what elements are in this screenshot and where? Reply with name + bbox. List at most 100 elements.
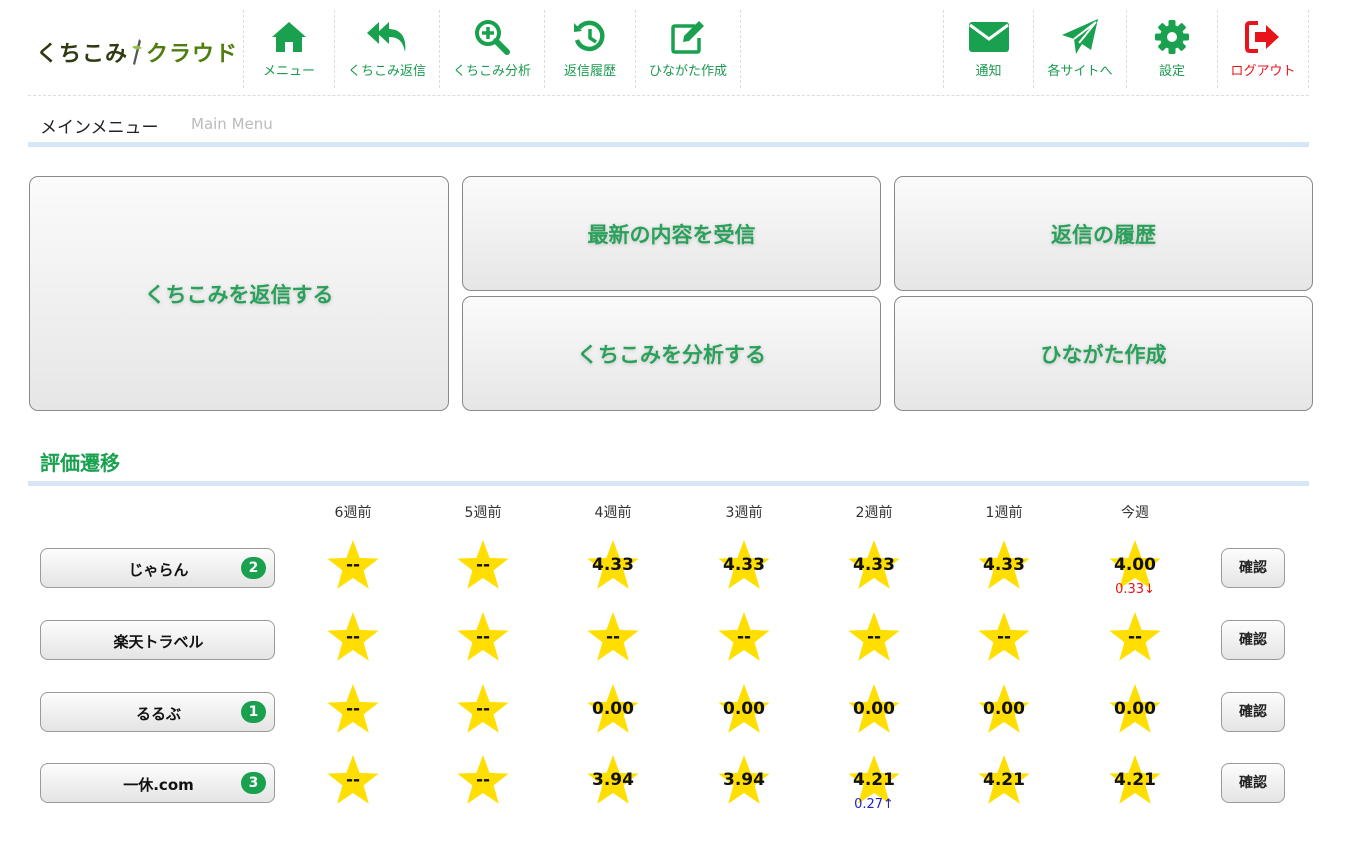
rating-value: 4.21: [983, 770, 1025, 790]
rating-value: 4.21: [1114, 770, 1156, 790]
rating-value: --: [475, 699, 491, 719]
confirm-button[interactable]: 確認: [1221, 692, 1285, 732]
unread-badge: 1: [241, 701, 266, 723]
rating-value: 4.33: [983, 555, 1025, 575]
confirm-button[interactable]: 確認: [1221, 548, 1285, 588]
rating-value: 0.00: [853, 699, 895, 719]
rating-star: 3.94: [585, 755, 641, 805]
rating-star: 0.00: [1107, 684, 1163, 734]
week-header: 5週前: [464, 505, 502, 521]
nav-sites-label: 各サイトへ: [1047, 64, 1113, 79]
mail-icon: [968, 16, 1010, 58]
create-template-button[interactable]: ひながた作成: [894, 296, 1313, 411]
week-header: 4週前: [594, 505, 632, 521]
rating-star: 4.21: [976, 755, 1032, 805]
rating-value: 3.94: [592, 770, 634, 790]
rating-star: --: [1107, 612, 1163, 662]
nav-logout[interactable]: ログアウト: [1217, 10, 1309, 88]
site-button[interactable]: 楽天トラベル: [40, 620, 275, 660]
rating-value: --: [345, 699, 361, 719]
rating-value: --: [1127, 627, 1143, 647]
week-header: 3週前: [725, 505, 763, 521]
reply-reviews-button[interactable]: くちこみを返信する: [29, 176, 449, 411]
unread-badge: 3: [241, 772, 266, 794]
nav-history[interactable]: 返信履歴: [544, 10, 635, 88]
rating-star: --: [716, 612, 772, 662]
site-button[interactable]: じゃらん 2: [40, 548, 275, 588]
nav-left: メニュー くちこみ返信 くちこみ分析 返信履歴 ひながた作成: [243, 10, 741, 88]
rating-value: --: [345, 770, 361, 790]
nav-settings[interactable]: 設定: [1126, 10, 1217, 88]
rating-value: --: [475, 627, 491, 647]
site-button[interactable]: るるぶ 1: [40, 692, 275, 732]
rating-star: 4.33: [716, 540, 772, 590]
analyze-reviews-button[interactable]: くちこみを分析する: [462, 296, 881, 411]
logo-text-part2: クラウド: [146, 42, 239, 67]
rating-star: 4.33: [846, 540, 902, 590]
nav-analyze[interactable]: くちこみ分析: [439, 10, 544, 88]
rating-value: --: [736, 627, 752, 647]
rating-value: --: [345, 555, 361, 575]
rating-value: 0.00: [983, 699, 1025, 719]
rating-value: --: [996, 627, 1012, 647]
week-header: 1週前: [985, 505, 1023, 521]
main-menu-subtitle: Main Menu: [191, 115, 273, 133]
history-icon: [571, 16, 609, 58]
logo[interactable]: くちこみ クラウド: [36, 32, 238, 72]
confirm-button[interactable]: 確認: [1221, 620, 1285, 660]
rating-value: 4.00: [1114, 555, 1156, 575]
rating-header: 評価遷移: [28, 440, 1309, 486]
site-button[interactable]: 一休.com 3: [40, 763, 275, 803]
rating-delta: 0.33↓: [1115, 582, 1155, 597]
nav-history-label: 返信履歴: [563, 64, 616, 79]
send-icon: [1060, 16, 1100, 58]
rating-value: 0.00: [592, 699, 634, 719]
rating-star: 4.33: [976, 540, 1032, 590]
unread-badge: 2: [241, 557, 266, 579]
gear-icon: [1153, 16, 1191, 58]
main-menu-title: メインメニュー: [40, 118, 159, 138]
site-name: 楽天トラベル: [113, 633, 204, 651]
rating-star: --: [455, 540, 511, 590]
rating-star: 0.00: [976, 684, 1032, 734]
rating-star: --: [585, 612, 641, 662]
rating-value: 3.94: [723, 770, 765, 790]
rating-star: --: [846, 612, 902, 662]
rating-value: 4.33: [723, 555, 765, 575]
nav-logout-label: ログアウト: [1230, 64, 1296, 79]
rating-star: 0.00: [846, 684, 902, 734]
rating-star: --: [325, 612, 381, 662]
rating-value: 0.00: [723, 699, 765, 719]
nav-sites[interactable]: 各サイトへ: [1033, 10, 1126, 88]
main-menu-header: メインメニュー Main Menu: [28, 104, 1309, 147]
nav-menu-label: メニュー: [262, 64, 315, 79]
rating-star: 0.00: [716, 684, 772, 734]
home-icon: [270, 16, 308, 58]
nav-menu[interactable]: メニュー: [243, 10, 334, 88]
edit-icon: [669, 16, 707, 58]
zoom-in-icon: [473, 16, 511, 58]
receive-latest-button[interactable]: 最新の内容を受信: [462, 176, 881, 291]
nav-template-label: ひながた作成: [648, 64, 727, 79]
logout-icon: [1244, 16, 1282, 58]
nav-right: 通知 各サイトへ 設定 ログアウト: [943, 10, 1309, 88]
rating-title: 評価遷移: [40, 451, 120, 475]
rating-star: --: [976, 612, 1032, 662]
reply-all-icon: [365, 16, 409, 58]
logo-text-part1: くちこみ: [36, 42, 129, 67]
nav-reply[interactable]: くちこみ返信: [334, 10, 439, 88]
nav-template[interactable]: ひながた作成: [635, 10, 741, 88]
rating-star: 4.21: [1107, 755, 1163, 805]
rating-star: --: [455, 755, 511, 805]
reply-history-button[interactable]: 返信の履歴: [894, 176, 1313, 291]
nav-settings-label: 設定: [1158, 64, 1185, 79]
nav-notify-label: 通知: [975, 64, 1002, 79]
rating-star: --: [325, 684, 381, 734]
nav-notify[interactable]: 通知: [943, 10, 1033, 88]
pen-icon: [130, 38, 144, 66]
week-header: 6週前: [334, 505, 372, 521]
rating-value: 0.00: [1114, 699, 1156, 719]
rating-value: --: [866, 627, 882, 647]
confirm-button[interactable]: 確認: [1221, 763, 1285, 803]
rating-value: --: [475, 770, 491, 790]
